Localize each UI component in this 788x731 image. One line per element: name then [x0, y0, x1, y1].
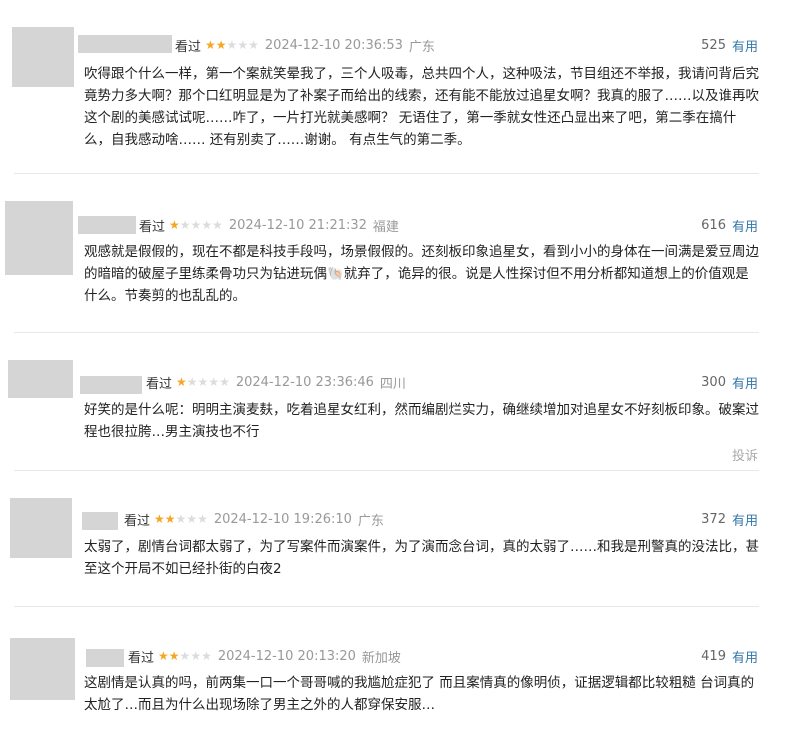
useful-button[interactable]: 有用 [732, 216, 758, 235]
star-icon: ★ [248, 38, 259, 52]
watched-label: 看过 [128, 650, 155, 666]
avatar[interactable] [10, 638, 75, 700]
review-meta: 看过 ★ ★ ★ ★ ★ 2024-12-10 23:36:46 四川 [146, 372, 406, 392]
avatar[interactable] [12, 27, 74, 87]
star-icon: ★ [197, 512, 208, 526]
vote-area: 372 有用 [701, 509, 758, 529]
review-content: 太弱了，剧情台词都太弱了，为了写案件而演案件，为了演而念台词，真的太弱了……和我… [84, 539, 759, 577]
watched-label: 看过 [124, 513, 151, 529]
review-location: 福建 [372, 219, 399, 235]
divider [14, 173, 759, 174]
watched-label: 看过 [175, 39, 202, 55]
vote-area: 419 有用 [701, 646, 758, 666]
useful-button[interactable]: 有用 [732, 373, 758, 392]
review-content: 好笑的是什么呢：明明主演麦麸，吃着追星女红利，然而编剧烂实力，确继续增加对追星女… [84, 402, 759, 440]
username[interactable] [80, 376, 142, 394]
star-icon: ★ [205, 38, 216, 52]
vote-area: 616 有用 [701, 215, 758, 235]
star-icon: ★ [175, 512, 187, 526]
vote-count: 419 [701, 648, 726, 664]
star-icon: ★ [169, 218, 180, 232]
divider [14, 332, 759, 333]
divider [14, 470, 759, 471]
star-icon: ★ [190, 218, 202, 232]
vote-count: 616 [701, 217, 726, 233]
username[interactable] [86, 649, 124, 667]
star-icon: ★ [226, 38, 238, 52]
review-location: 广东 [357, 513, 384, 529]
vote-area: 300 有用 [701, 372, 758, 392]
rating-stars: ★ ★ ★ ★ ★ [205, 39, 259, 51]
vote-count: 372 [701, 511, 726, 527]
avatar[interactable] [10, 498, 72, 558]
review-content: 这剧情是认真的吗，前两集一口一个哥哥喊的我尴尬症犯了 而且案情真的像明侦，证据逻… [84, 675, 755, 713]
review-time: 2024-12-10 19:26:10 [213, 511, 352, 527]
useful-button[interactable]: 有用 [732, 647, 758, 666]
review-time: 2024-12-10 20:36:53 [264, 37, 403, 53]
star-icon: ★ [176, 375, 187, 389]
avatar[interactable] [5, 201, 73, 275]
watched-label: 看过 [146, 376, 173, 392]
divider [14, 606, 759, 607]
rating-stars: ★ ★ ★ ★ ★ [158, 650, 212, 662]
username[interactable] [78, 35, 172, 53]
review-meta: 看过 ★ ★ ★ ★ ★ 2024-12-10 19:26:10 广东 [124, 509, 384, 529]
star-icon: ★ [215, 38, 227, 52]
review-location: 四川 [379, 376, 406, 392]
star-icon: ★ [154, 512, 165, 526]
rating-stars: ★ ★ ★ ★ ★ [169, 219, 223, 231]
review-time: 2024-12-10 20:13:20 [217, 648, 356, 664]
review-location: 广东 [408, 39, 435, 55]
username[interactable] [78, 216, 136, 234]
star-icon: ★ [208, 375, 220, 389]
useful-button[interactable]: 有用 [732, 36, 758, 55]
star-icon: ★ [179, 649, 191, 663]
star-icon: ★ [237, 38, 249, 52]
review-meta: 看过 ★ ★ ★ ★ ★ 2024-12-10 20:36:53 广东 [175, 35, 435, 55]
review-meta: 看过 ★ ★ ★ ★ ★ 2024-12-10 20:13:20 新加坡 [128, 646, 401, 666]
star-icon: ★ [197, 375, 209, 389]
rating-stars: ★ ★ ★ ★ ★ [176, 376, 230, 388]
watched-label: 看过 [139, 219, 166, 235]
star-icon: ★ [212, 218, 223, 232]
star-icon: ★ [164, 512, 176, 526]
username[interactable] [82, 512, 118, 530]
star-icon: ★ [219, 375, 230, 389]
useful-button[interactable]: 有用 [732, 510, 758, 529]
avatar[interactable] [8, 360, 73, 398]
star-icon: ★ [201, 218, 213, 232]
star-icon: ★ [190, 649, 202, 663]
review-location: 新加坡 [361, 650, 401, 666]
report-button[interactable]: 投诉 [732, 445, 758, 464]
review-content: 观感就是假假的，现在不都是科技手段吗，场景假假的。还刻板印象追星女，看到小小的身… [84, 244, 759, 304]
review-content: 吹得跟个什么一样，第一个案就笑晕我了，三个人吸毒，总共四个人，这种吸法，节目组还… [84, 66, 759, 148]
review-meta: 看过 ★ ★ ★ ★ ★ 2024-12-10 21:21:32 福建 [139, 215, 399, 235]
vote-count: 300 [701, 374, 726, 390]
star-icon: ★ [158, 649, 169, 663]
star-icon: ★ [186, 512, 198, 526]
rating-stars: ★ ★ ★ ★ ★ [154, 513, 208, 525]
star-icon: ★ [186, 375, 198, 389]
star-icon: ★ [168, 649, 180, 663]
star-icon: ★ [179, 218, 191, 232]
review-time: 2024-12-10 21:21:32 [228, 217, 367, 233]
vote-count: 525 [701, 37, 726, 53]
vote-area: 525 有用 [701, 35, 758, 55]
review-time: 2024-12-10 23:36:46 [235, 374, 374, 390]
star-icon: ★ [201, 649, 212, 663]
